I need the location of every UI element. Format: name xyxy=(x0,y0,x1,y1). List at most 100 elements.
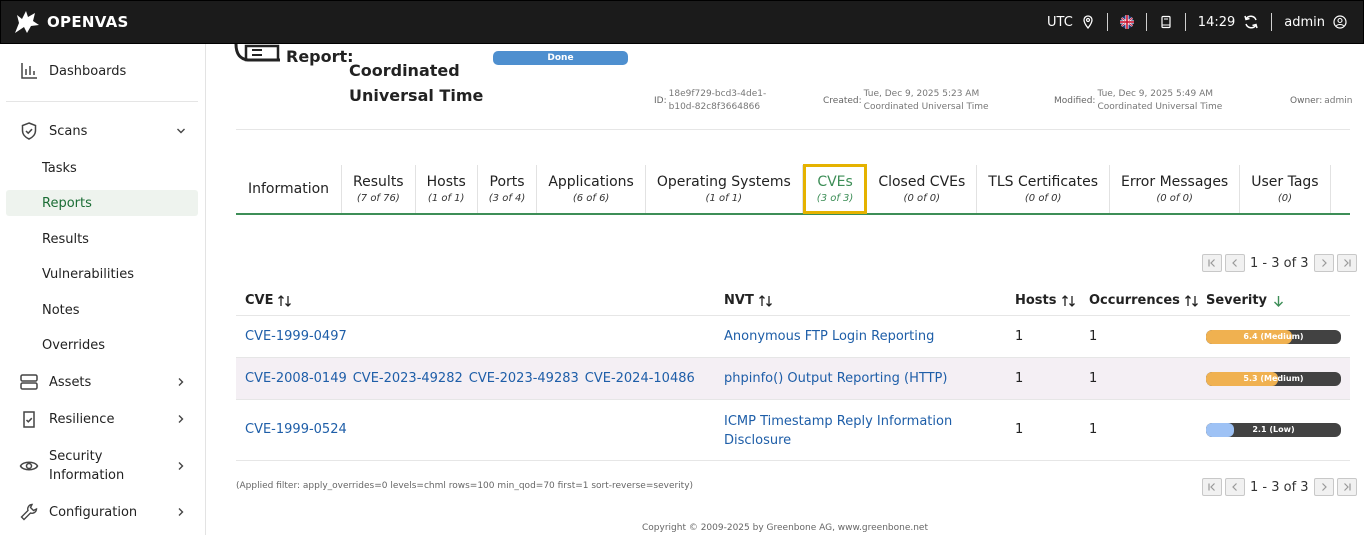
first-page-button[interactable] xyxy=(1202,254,1222,272)
report-icon xyxy=(234,44,280,62)
timezone-label: UTC xyxy=(1047,14,1073,30)
sidebar-item-reports[interactable]: Reports xyxy=(6,190,198,216)
timezone-indicator[interactable]: UTC xyxy=(1035,15,1107,30)
cve-link[interactable]: CVE-2023-49282 xyxy=(353,371,463,386)
hosts-cell: 1 xyxy=(1015,329,1024,344)
main-content: Report: Coordinated Universal Time Done … xyxy=(206,44,1364,535)
tab-count: (3 of 3) xyxy=(816,193,854,204)
next-page-button[interactable] xyxy=(1313,254,1334,272)
tab-label: Hosts xyxy=(426,174,466,190)
nvt-link[interactable]: Anonymous FTP Login Reporting xyxy=(724,329,934,344)
severity-label: 5.3 (Medium) xyxy=(1243,374,1304,383)
chevron-right-icon xyxy=(178,415,184,423)
tab-label: Applications xyxy=(548,174,634,190)
sidebar-item-overrides[interactable]: Overrides xyxy=(6,332,198,358)
cve-link[interactable]: CVE-1999-0524 xyxy=(245,422,347,437)
cve-link[interactable]: CVE-2023-49283 xyxy=(469,371,579,386)
sidebar-item-notes[interactable]: Notes xyxy=(6,297,198,323)
user-circle-icon xyxy=(1333,15,1347,29)
brand-name: OPENVAS xyxy=(47,13,129,31)
tab-applications[interactable]: Applications (6 of 6) xyxy=(537,165,646,213)
tab-results[interactable]: Results (7 of 76) xyxy=(342,165,416,213)
cve-link[interactable]: CVE-2024-10486 xyxy=(585,371,695,386)
nvt-cell: phpinfo() Output Reporting (HTTP) xyxy=(724,371,947,386)
modified-label: Modified: xyxy=(1054,96,1096,106)
tab-closed-cves[interactable]: Closed CVEs (0 of 0) xyxy=(867,165,978,213)
report-tabs: Information Results (7 of 76) Hosts (1 of … xyxy=(236,164,1350,215)
nvt-cell: ICMP Timestamp Reply Information Disclos… xyxy=(724,412,954,450)
top-bar: OPENVAS UTC 14:29 admin xyxy=(0,0,1364,44)
severity-label: 2.1 (Low) xyxy=(1252,425,1295,434)
tab-count: (0) xyxy=(1277,193,1292,204)
tab-ports[interactable]: Ports (3 of 4) xyxy=(478,165,538,213)
tab-count: (0 of 0) xyxy=(1024,193,1062,204)
column-header-occurrences[interactable]: Occurrences xyxy=(1089,293,1199,308)
tab-count: (0 of 0) xyxy=(903,193,941,204)
tab-error-messages[interactable]: Error Messages (0 of 0) xyxy=(1110,165,1241,213)
sidebar-item-dashboards[interactable]: Dashboards xyxy=(6,54,198,88)
previous-page-button[interactable] xyxy=(1225,254,1245,272)
tab-label: Error Messages xyxy=(1121,174,1229,190)
last-page-button[interactable] xyxy=(1336,478,1357,496)
first-page-button[interactable] xyxy=(1202,478,1222,496)
brand-logo[interactable]: OPENVAS xyxy=(13,9,129,35)
divider xyxy=(236,129,1350,130)
tab-hosts[interactable]: Hosts (1 of 1) xyxy=(416,165,478,213)
tab-label: User Tags xyxy=(1251,174,1319,190)
nvt-link[interactable]: ICMP Timestamp Reply Information Disclos… xyxy=(724,412,954,450)
column-label: Occurrences xyxy=(1089,293,1180,308)
time-refresh[interactable]: 14:29 xyxy=(1186,14,1271,30)
sort-icon xyxy=(1184,294,1198,307)
cve-link[interactable]: CVE-1999-0497 xyxy=(245,329,347,344)
sidebar-item-configuration[interactable]: Configuration xyxy=(6,495,198,529)
last-page-button[interactable] xyxy=(1336,254,1357,272)
sidebar-item-label: Assets xyxy=(49,374,92,390)
sort-descending-icon xyxy=(1274,295,1284,307)
chevron-down-icon xyxy=(177,128,185,134)
column-header-cve[interactable]: CVE xyxy=(245,293,292,308)
bar-chart-icon xyxy=(18,60,40,82)
cve-link[interactable]: CVE-2008-0149 xyxy=(245,371,347,386)
server-icon xyxy=(18,371,40,393)
status-text: Done xyxy=(547,53,574,63)
sidebar-item-security-information[interactable]: Security Information xyxy=(6,446,198,486)
tab-tls-certificates[interactable]: TLS Certificates (0 of 0) xyxy=(977,165,1110,213)
hosts-cell: 1 xyxy=(1015,422,1024,437)
sidebar-item-tasks[interactable]: Tasks xyxy=(6,155,198,181)
sidebar-item-scans[interactable]: Scans xyxy=(6,114,198,148)
column-header-hosts[interactable]: Hosts xyxy=(1015,293,1076,308)
next-page-button[interactable] xyxy=(1313,478,1334,496)
wrench-icon xyxy=(18,501,40,523)
user-menu[interactable]: admin xyxy=(1272,15,1363,30)
chevron-right-icon xyxy=(178,462,184,470)
severity-bar: 5.3 (Medium) xyxy=(1206,372,1341,386)
previous-page-button[interactable] xyxy=(1225,478,1245,496)
tab-label: Closed CVEs xyxy=(878,174,966,190)
sidebar-item-results[interactable]: Results xyxy=(6,226,198,252)
tab-label: CVEs xyxy=(817,174,853,190)
chevron-right-icon xyxy=(1321,259,1327,267)
last-page-icon xyxy=(1343,259,1351,267)
sort-icon xyxy=(1061,294,1075,307)
tab-user-tags[interactable]: User Tags (0) xyxy=(1240,165,1331,213)
eye-icon xyxy=(18,455,40,477)
tab-count: (1 of 1) xyxy=(705,193,743,204)
manual-button[interactable] xyxy=(1147,15,1185,29)
column-header-severity[interactable]: Severity xyxy=(1206,293,1286,308)
page-title: Coordinated Universal Time xyxy=(349,61,484,105)
tab-information[interactable]: Information xyxy=(236,165,343,213)
sidebar-item-vulnerabilities[interactable]: Vulnerabilities xyxy=(6,261,198,287)
column-header-nvt[interactable]: NVT xyxy=(724,293,773,308)
nvt-link[interactable]: phpinfo() Output Reporting (HTTP) xyxy=(724,371,947,386)
tab-operating-systems[interactable]: Operating Systems (1 of 1) xyxy=(646,165,803,213)
sidebar-item-resilience[interactable]: Resilience xyxy=(6,402,198,436)
sidebar-item-assets[interactable]: Assets xyxy=(6,365,198,399)
report-modified: Modified: Tue, Dec 9, 2025 5:49 AM Coord… xyxy=(1054,88,1267,114)
modified-value: Tue, Dec 9, 2025 5:49 AM Coordinated Uni… xyxy=(1097,89,1223,112)
column-label: CVE xyxy=(245,293,274,308)
tab-cves[interactable]: CVEs (3 of 3) xyxy=(802,164,868,214)
language-selector[interactable] xyxy=(1108,15,1146,29)
table-row: CVE-2008-0149 CVE-2023-49282 CVE-2023-49… xyxy=(236,358,1350,400)
refresh-icon[interactable] xyxy=(1243,14,1259,30)
sidebar-item-label: Overrides xyxy=(42,337,106,353)
